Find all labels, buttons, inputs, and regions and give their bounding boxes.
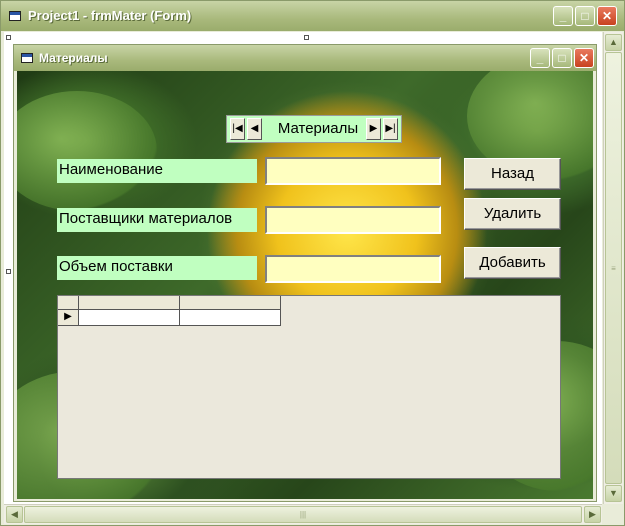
- close-button[interactable]: ✕: [597, 6, 617, 26]
- minimize-button[interactable]: _: [553, 6, 573, 26]
- nav-prev-button[interactable]: ◀: [247, 118, 262, 140]
- grid-column-header[interactable]: [79, 296, 180, 310]
- name-field[interactable]: [265, 157, 441, 185]
- maximize-button[interactable]: □: [575, 6, 595, 26]
- designer-title: Project1 - frmMater (Form): [28, 8, 192, 23]
- suppliers-label: Поставщики материалов: [57, 208, 257, 232]
- current-row-marker-icon: ▶: [64, 311, 72, 322]
- vertical-scroll-thumb[interactable]: ≡: [605, 52, 622, 484]
- form-close-button[interactable]: ✕: [574, 48, 594, 68]
- form-title: Материалы: [39, 51, 108, 65]
- resize-handle[interactable]: [6, 269, 11, 274]
- leaf-shape: [17, 91, 157, 211]
- vertical-scrollbar[interactable]: ▲ ≡ ▼: [603, 32, 623, 504]
- add-button[interactable]: Добавить: [464, 247, 561, 279]
- resize-handle[interactable]: [304, 35, 309, 40]
- form-icon: [21, 53, 33, 63]
- grid-row-selector[interactable]: ▶: [58, 310, 79, 326]
- form-window: Материалы _ □ ✕ |◀ ◀ Материалы ▶ ▶| Наим…: [13, 44, 597, 502]
- name-label: Наименование: [57, 159, 257, 183]
- grid-column-header[interactable]: [180, 296, 281, 310]
- form-background-image: |◀ ◀ Материалы ▶ ▶| Наименование Поставщ…: [17, 71, 593, 499]
- form-icon: [9, 11, 21, 21]
- data-grid[interactable]: ▶: [57, 295, 561, 479]
- nav-next-button[interactable]: ▶: [366, 118, 381, 140]
- grid-corner-cell: [58, 296, 79, 310]
- navigator-caption: Материалы: [277, 120, 359, 137]
- horizontal-scrollbar[interactable]: ◀ ||| ▶: [4, 504, 602, 524]
- scroll-right-button[interactable]: ▶: [584, 506, 601, 523]
- grid-cell[interactable]: [79, 310, 180, 326]
- form-minimize-button[interactable]: _: [530, 48, 550, 68]
- suppliers-field[interactable]: [265, 206, 441, 234]
- scroll-down-button[interactable]: ▼: [605, 485, 622, 502]
- nav-last-button[interactable]: ▶|: [383, 118, 398, 140]
- designer-titlebar[interactable]: Project1 - frmMater (Form) _ □ ✕: [1, 1, 624, 31]
- scroll-left-button[interactable]: ◀: [6, 506, 23, 523]
- form-maximize-button[interactable]: □: [552, 48, 572, 68]
- grid-cell[interactable]: [180, 310, 281, 326]
- volume-label: Объем поставки: [57, 256, 257, 280]
- delete-button[interactable]: Удалить: [464, 198, 561, 230]
- scroll-up-button[interactable]: ▲: [605, 34, 622, 51]
- nav-first-button[interactable]: |◀: [230, 118, 245, 140]
- volume-field[interactable]: [265, 255, 441, 283]
- form-titlebar[interactable]: Материалы _ □ ✕: [14, 45, 596, 71]
- data-navigator[interactable]: |◀ ◀ Материалы ▶ ▶|: [226, 115, 402, 143]
- resize-handle[interactable]: [6, 35, 11, 40]
- back-button[interactable]: Назад: [464, 158, 561, 190]
- horizontal-scroll-thumb[interactable]: |||: [24, 506, 582, 523]
